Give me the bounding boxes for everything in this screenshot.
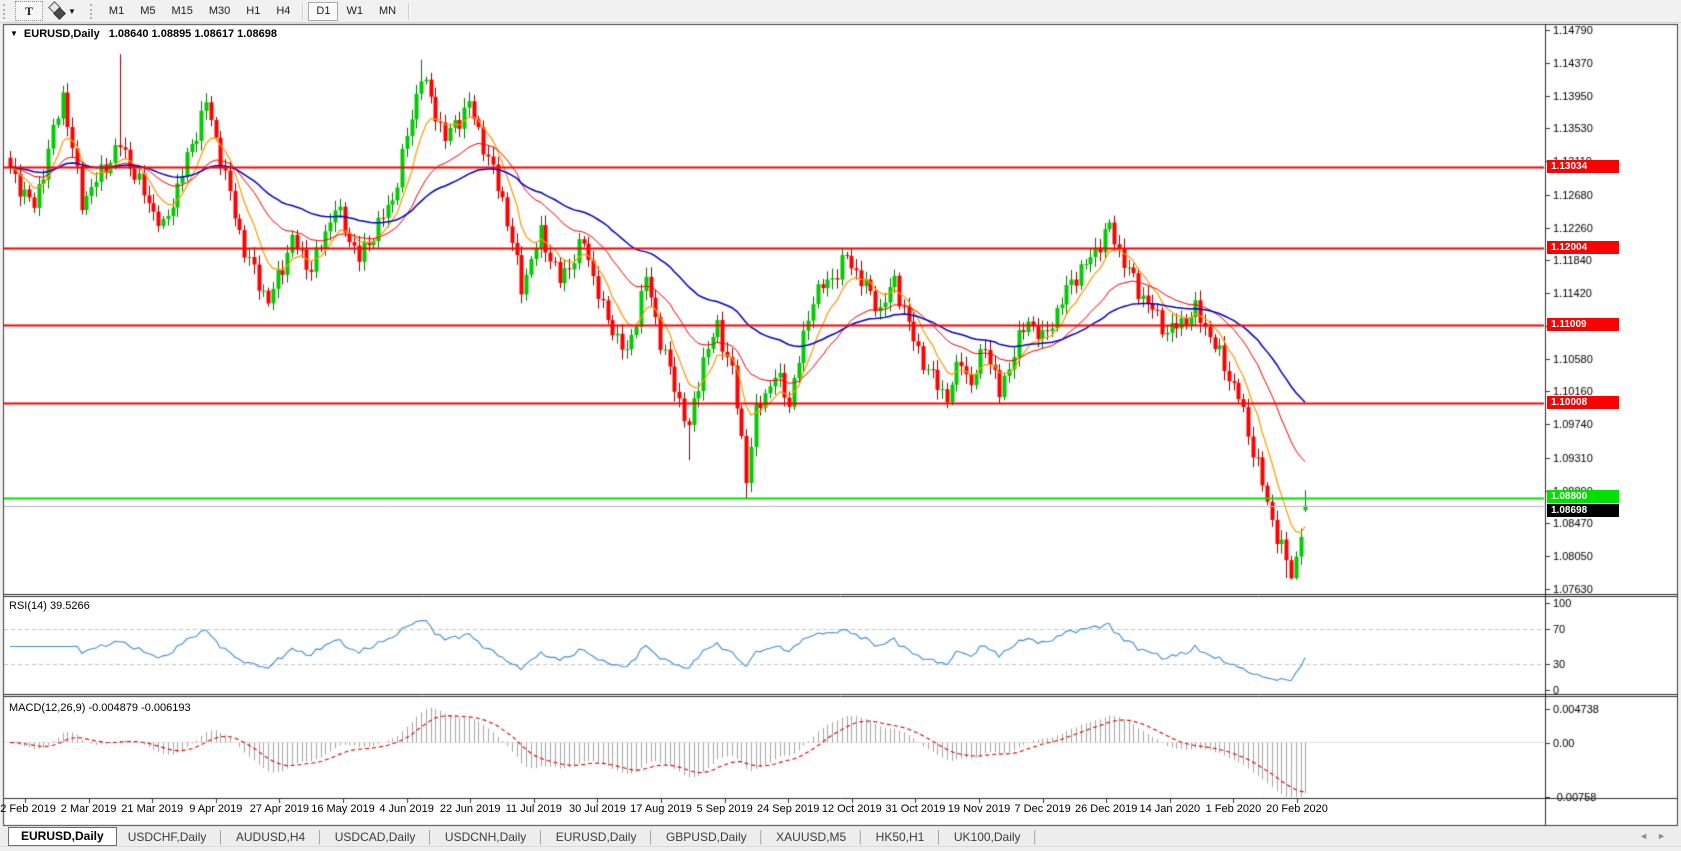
tab-separator: │ [757, 829, 766, 844]
tab-separator: │ [537, 829, 545, 844]
tab-separator: │ [647, 829, 655, 844]
date-label: 9 Apr 2019 [189, 803, 243, 815]
date-label: 31 Oct 2019 [885, 803, 946, 815]
date-label: 24 Sep 2019 [756, 803, 820, 815]
tab-scroll-left-icon[interactable]: ◄ [1639, 831, 1657, 841]
date-label: 12 Feb 2019 [0, 803, 56, 815]
date-label: 11 Jul 2019 [505, 803, 562, 815]
tab-bar: EURUSD,Daily USDCHF,Daily │ AUDUSD,H4 │ USDCA… [0, 826, 1681, 847]
chart-ohlc-values: 1.08640 1.08895 1.08617 1.08698 [108, 27, 277, 40]
tab-xauusd-m5[interactable]: XAUUSD,M5 [765, 830, 857, 844]
tab-eurusd-daily[interactable]: EURUSD,Daily [545, 830, 648, 844]
tab-separator: │ [426, 829, 434, 844]
tab-hk50-h1[interactable]: HK50,H1 [865, 830, 936, 844]
resistance-price-tag: 1.12004 [1547, 241, 1619, 254]
date-label: 19 Nov 2019 [947, 803, 1011, 815]
date-label: 4 Jun 2019 [379, 803, 434, 815]
tab-usdchf-daily[interactable]: USDCHF,Daily [117, 830, 218, 844]
tab-scroll-right-icon[interactable]: ► [1657, 831, 1675, 841]
tab-eurusd-daily[interactable]: EURUSD,Daily [8, 826, 117, 846]
tab-usdcnh-daily[interactable]: USDCNH,Daily [434, 830, 537, 844]
tab-uk100-daily[interactable]: UK100,Daily [943, 830, 1032, 844]
tab-scroll-arrows[interactable]: ◄► [1639, 831, 1675, 841]
tab-separator: │ [1031, 829, 1040, 844]
resistance-price-tag: 1.13034 [1547, 160, 1619, 173]
date-label: 5 Sep 2019 [696, 803, 753, 815]
chart-title-row: ▼ EURUSD,Daily 1.08640 1.08895 1.08617 1… [10, 27, 277, 40]
chart-menu-caret-icon[interactable]: ▼ [10, 29, 18, 38]
date-label: 1 Feb 2020 [1205, 803, 1262, 815]
tab-usdcad-daily[interactable]: USDCAD,Daily [324, 830, 427, 844]
date-label: 17 Aug 2019 [630, 803, 692, 815]
date-label: 22 Jun 2019 [439, 803, 501, 815]
current-price-tag: 1.08698 [1547, 504, 1619, 517]
tab-gbpusd-daily[interactable]: GBPUSD,Daily [655, 830, 758, 844]
date-label: 20 Feb 2020 [1266, 803, 1328, 815]
tab-separator: │ [316, 829, 324, 844]
tab-separator: │ [857, 829, 865, 844]
support-price-tag: 1.08800 [1547, 490, 1619, 503]
date-label: 7 Dec 2019 [1014, 803, 1071, 815]
trading-terminal: T ▼ M1M5M15M30H1H4D1W1MN ▼ EURUSD,Daily … [0, 0, 1681, 851]
date-label: 21 Mar 2019 [121, 803, 184, 815]
date-label: 30 Jul 2019 [568, 803, 626, 815]
date-label: 27 Apr 2019 [249, 803, 310, 815]
price-chart-canvas[interactable] [0, 0, 1681, 851]
date-label: 2 Mar 2019 [60, 803, 117, 815]
tab-audusd-h4[interactable]: AUDUSD,H4 [225, 830, 316, 844]
tab-separator: │ [217, 829, 225, 844]
date-label: 16 May 2019 [311, 803, 375, 815]
rsi-pane-label: RSI(14) 39.5266 [9, 600, 90, 612]
date-label: 12 Oct 2019 [821, 803, 882, 815]
date-label: 26 Dec 2019 [1074, 803, 1138, 815]
chart-symbol-title: EURUSD,Daily [23, 27, 100, 40]
tab-separator: │ [935, 829, 943, 844]
date-label: 14 Jan 2020 [1139, 803, 1201, 815]
resistance-price-tag: 1.11009 [1547, 318, 1619, 331]
resistance-price-tag: 1.10008 [1547, 396, 1619, 409]
macd-pane-label: MACD(12,26,9) -0.004879 -0.006193 [9, 702, 191, 714]
